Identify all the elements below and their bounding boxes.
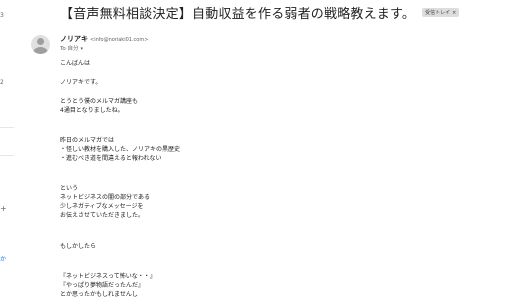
body-line: ・怪しい教材を購入した、ノリアキの黒歴史 bbox=[60, 146, 181, 153]
sender-email: <info@noriaki01.com> bbox=[90, 37, 149, 43]
body-line: という bbox=[60, 185, 79, 192]
left-strip-divider bbox=[0, 155, 14, 156]
left-strip-divider bbox=[0, 127, 14, 128]
body-line: とうとう僕のメルマガ講座も bbox=[60, 98, 139, 105]
body-line: とか思ったかもしれませんし bbox=[60, 291, 138, 298]
inbox-label-text: 受信トレイ bbox=[425, 10, 451, 16]
left-sidebar-strip: 3 2 + か bbox=[0, 0, 18, 304]
body-line: ネットビジネスの闇の部分である bbox=[60, 194, 150, 201]
avatar-body-shape bbox=[33, 47, 48, 54]
body-line: お伝えさせていただきました。 bbox=[60, 212, 145, 219]
body-line: こんばんは bbox=[60, 60, 91, 67]
sender-line: ノリアキ <info@noriaki01.com> bbox=[60, 34, 148, 44]
body-line: 『ネットビジネスって怖いな・・』 bbox=[60, 273, 156, 280]
sender-avatar bbox=[31, 35, 50, 54]
body-line: 4通目となりましたね。 bbox=[60, 107, 124, 114]
body-line: 少しネガティブなメッセージを bbox=[60, 203, 144, 210]
body-line: ・進むべき道を間違えると報われない bbox=[60, 155, 162, 162]
body-line: 昨日のメルマガでは bbox=[60, 137, 115, 144]
left-strip-item[interactable]: 3 bbox=[0, 12, 4, 19]
inbox-label-badge[interactable]: 受信トレイ × bbox=[422, 8, 460, 17]
left-strip-item[interactable]: 2 bbox=[0, 79, 4, 86]
left-strip-link[interactable]: か bbox=[0, 254, 6, 263]
body-line: もしかしたら bbox=[60, 243, 97, 250]
avatar-head-shape bbox=[37, 38, 44, 45]
body-line: ノリアキです。 bbox=[60, 79, 102, 86]
recipient-line[interactable]: To 自分 ▾ bbox=[60, 44, 83, 52]
subject-row: 【音声無料相談決定】自動収益を作る弱者の戦略教えます。 受信トレイ × bbox=[60, 3, 460, 22]
sender-name[interactable]: ノリアキ bbox=[60, 35, 88, 43]
left-strip-add-icon[interactable]: + bbox=[0, 204, 7, 213]
recipient-label: To 自分 bbox=[60, 46, 79, 52]
chevron-down-icon[interactable]: ▾ bbox=[81, 46, 84, 52]
remove-label-icon[interactable]: × bbox=[452, 10, 456, 16]
email-subject: 【音声無料相談決定】自動収益を作る弱者の戦略教えます。 bbox=[60, 7, 416, 22]
body-line: 『やっぱり夢物語だったんだ』 bbox=[60, 282, 145, 289]
